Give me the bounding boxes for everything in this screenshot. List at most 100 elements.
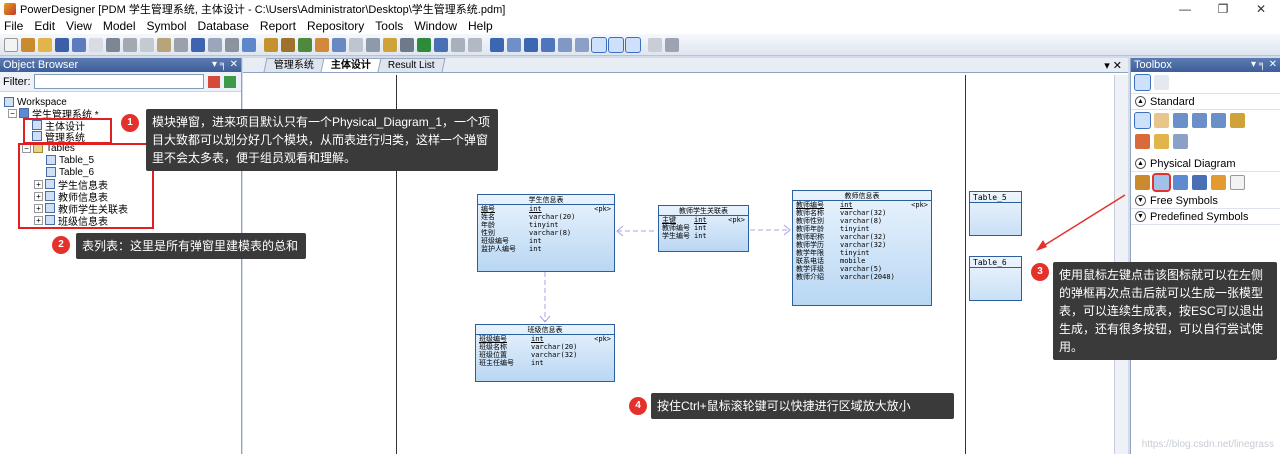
callout-1-badge: 1 <box>121 114 139 132</box>
col-name: 教师编号 <box>662 224 690 232</box>
entity-row: 教师名称 varchar(32) <box>793 209 931 217</box>
col-name: 班主任编号 <box>479 359 514 367</box>
entity-row: 主键 int <pk> <box>659 216 748 224</box>
col-key: <pk> <box>594 205 611 213</box>
col-name: 教师年龄 <box>796 225 824 233</box>
entity-row: 教学评级 varchar(5) <box>793 265 931 273</box>
expand-icon: ▼ <box>1135 211 1146 222</box>
toolbox-section-physical-diagram[interactable]: ▲ Physical Diagram <box>1131 156 1280 172</box>
reference-tool-icon[interactable] <box>1192 175 1207 190</box>
table-tool-icon[interactable] <box>1152 173 1171 192</box>
delete-icon[interactable] <box>1135 134 1150 149</box>
col-name: 编号 <box>481 205 495 213</box>
toolbox-section-predefined-symbols[interactable]: ▼ Predefined Symbols <box>1131 209 1280 225</box>
col-type: mobile <box>840 257 866 265</box>
col-type: int <box>531 335 544 343</box>
entity-title: Table_5 <box>970 192 1021 203</box>
entity-table-6[interactable]: Table_6 <box>969 256 1022 301</box>
col-type: varchar(32) <box>840 241 887 249</box>
toolbox-section-standard[interactable]: ▲ Standard <box>1131 94 1280 110</box>
section-label: Standard <box>1150 95 1195 108</box>
entity-teacher-student-link[interactable]: 教师学生关联表 主键 int <pk> 教师编号 int 学生编号 int <box>658 205 749 252</box>
expand-icon: ▼ <box>1135 195 1146 206</box>
col-type: tinyint <box>840 249 870 257</box>
entity-row: 教师编号 int <pk> <box>793 201 931 209</box>
toolbox-title: Toolbox <box>1134 59 1172 71</box>
file-tool-icon[interactable] <box>1230 175 1245 190</box>
entity-table-5[interactable]: Table_5 <box>969 191 1022 236</box>
col-name: 主键 <box>662 216 676 224</box>
col-name: 班级编号 <box>479 335 507 343</box>
entity-title: Table_6 <box>970 257 1021 268</box>
col-type: varchar(20) <box>531 343 578 351</box>
open-package-icon[interactable] <box>1211 113 1226 128</box>
col-name: 班级名称 <box>479 343 507 351</box>
col-type: tinyint <box>840 225 870 233</box>
entity-row: 性别 varchar(8) <box>478 229 614 237</box>
entity-title: 班级信息表 <box>476 325 614 335</box>
pointer-icon[interactable] <box>1134 112 1151 129</box>
col-key: <pk> <box>728 216 745 224</box>
col-type: tinyint <box>529 221 559 229</box>
toolbox-section-free-symbols[interactable]: ▼ Free Symbols <box>1131 193 1280 209</box>
watermark: https://blog.csdn.net/linegrass <box>1141 439 1274 450</box>
col-type: int <box>529 245 542 253</box>
entity-row: 教师性别 varchar(8) <box>793 217 931 225</box>
callout-3: 使用鼠标左键点击该图标就可以在左侧的弹框再次点击后就可以生成一张模型表，可以连续… <box>1053 262 1277 360</box>
entity-row: 教师学历 varchar(32) <box>793 241 931 249</box>
zoom-out-icon[interactable] <box>1192 113 1207 128</box>
section-label: Predefined Symbols <box>1150 210 1249 223</box>
callout-3-arrow <box>1039 194 1126 249</box>
large-icons-view-icon[interactable] <box>1134 74 1151 91</box>
col-name: 教师介绍 <box>796 273 824 281</box>
panel-controls-icon[interactable]: ▾ ╕ ✕ <box>1251 58 1277 72</box>
col-name: 监护人编号 <box>481 245 516 253</box>
connector-icon[interactable] <box>1173 134 1188 149</box>
toolbox-view-row <box>1131 72 1280 94</box>
entity-title: 学生信息表 <box>478 195 614 205</box>
col-key: <pk> <box>594 335 611 343</box>
collapse-icon: ▲ <box>1135 96 1146 107</box>
entity-row: 联系电话 mobile <box>793 257 931 265</box>
col-name: 班级位置 <box>479 351 507 359</box>
callout-3-badge: 3 <box>1031 263 1049 281</box>
col-name: 联系电话 <box>796 257 824 265</box>
entity-row: 班级编号 int <pk> <box>476 335 614 343</box>
col-type: int <box>529 205 542 213</box>
toolbox-header: Toolbox ▾ ╕ ✕ <box>1131 58 1280 72</box>
col-type: varchar(32) <box>840 209 887 217</box>
entity-row: 教师介绍 varchar(2048) <box>793 273 931 281</box>
view-tool-icon[interactable] <box>1173 175 1188 190</box>
entity-row: 班级位置 varchar(32) <box>476 351 614 359</box>
col-type: int <box>694 216 707 224</box>
col-type: varchar(8) <box>840 217 883 225</box>
zoom-in-icon[interactable] <box>1173 113 1188 128</box>
entity-student[interactable]: 学生信息表 编号 int <pk> 姓名 varchar(20) 年龄 tinyint … <box>477 194 615 272</box>
col-name: 教学年限 <box>796 249 824 257</box>
col-type: varchar(32) <box>840 233 887 241</box>
col-type: int <box>840 201 853 209</box>
grabber-icon[interactable] <box>1154 113 1169 128</box>
entity-row: 班主任编号 int <box>476 359 614 367</box>
link-shortcut-icon[interactable] <box>1154 134 1169 149</box>
package-icon[interactable] <box>1135 175 1150 190</box>
col-key: <pk> <box>911 201 928 209</box>
entity-class[interactable]: 班级信息表 班级编号 int <pk> 班级名称 varchar(20) 班级位置 va… <box>475 324 615 382</box>
col-name: 教学评级 <box>796 265 824 273</box>
entity-teacher[interactable]: 教师信息表 教师编号 int <pk> 教师名称 varchar(32) 教师性别 va… <box>792 190 932 306</box>
list-view-icon[interactable] <box>1154 75 1169 90</box>
entity-row: 年龄 tinyint <box>478 221 614 229</box>
col-name: 教师编号 <box>796 201 824 209</box>
entity-title: 教师学生关联表 <box>659 206 748 216</box>
entity-row: 教师编号 int <box>659 224 748 232</box>
col-name: 年龄 <box>481 221 495 229</box>
col-name: 姓名 <box>481 213 495 221</box>
properties-icon[interactable] <box>1230 113 1245 128</box>
section-label: Physical Diagram <box>1150 157 1236 170</box>
entity-row: 学生编号 int <box>659 232 748 240</box>
col-name: 教师职称 <box>796 233 824 241</box>
entity-row: 编号 int <pk> <box>478 205 614 213</box>
procedure-tool-icon[interactable] <box>1211 175 1226 190</box>
entity-row: 监护人编号 int <box>478 245 614 253</box>
col-name: 教师名称 <box>796 209 824 217</box>
